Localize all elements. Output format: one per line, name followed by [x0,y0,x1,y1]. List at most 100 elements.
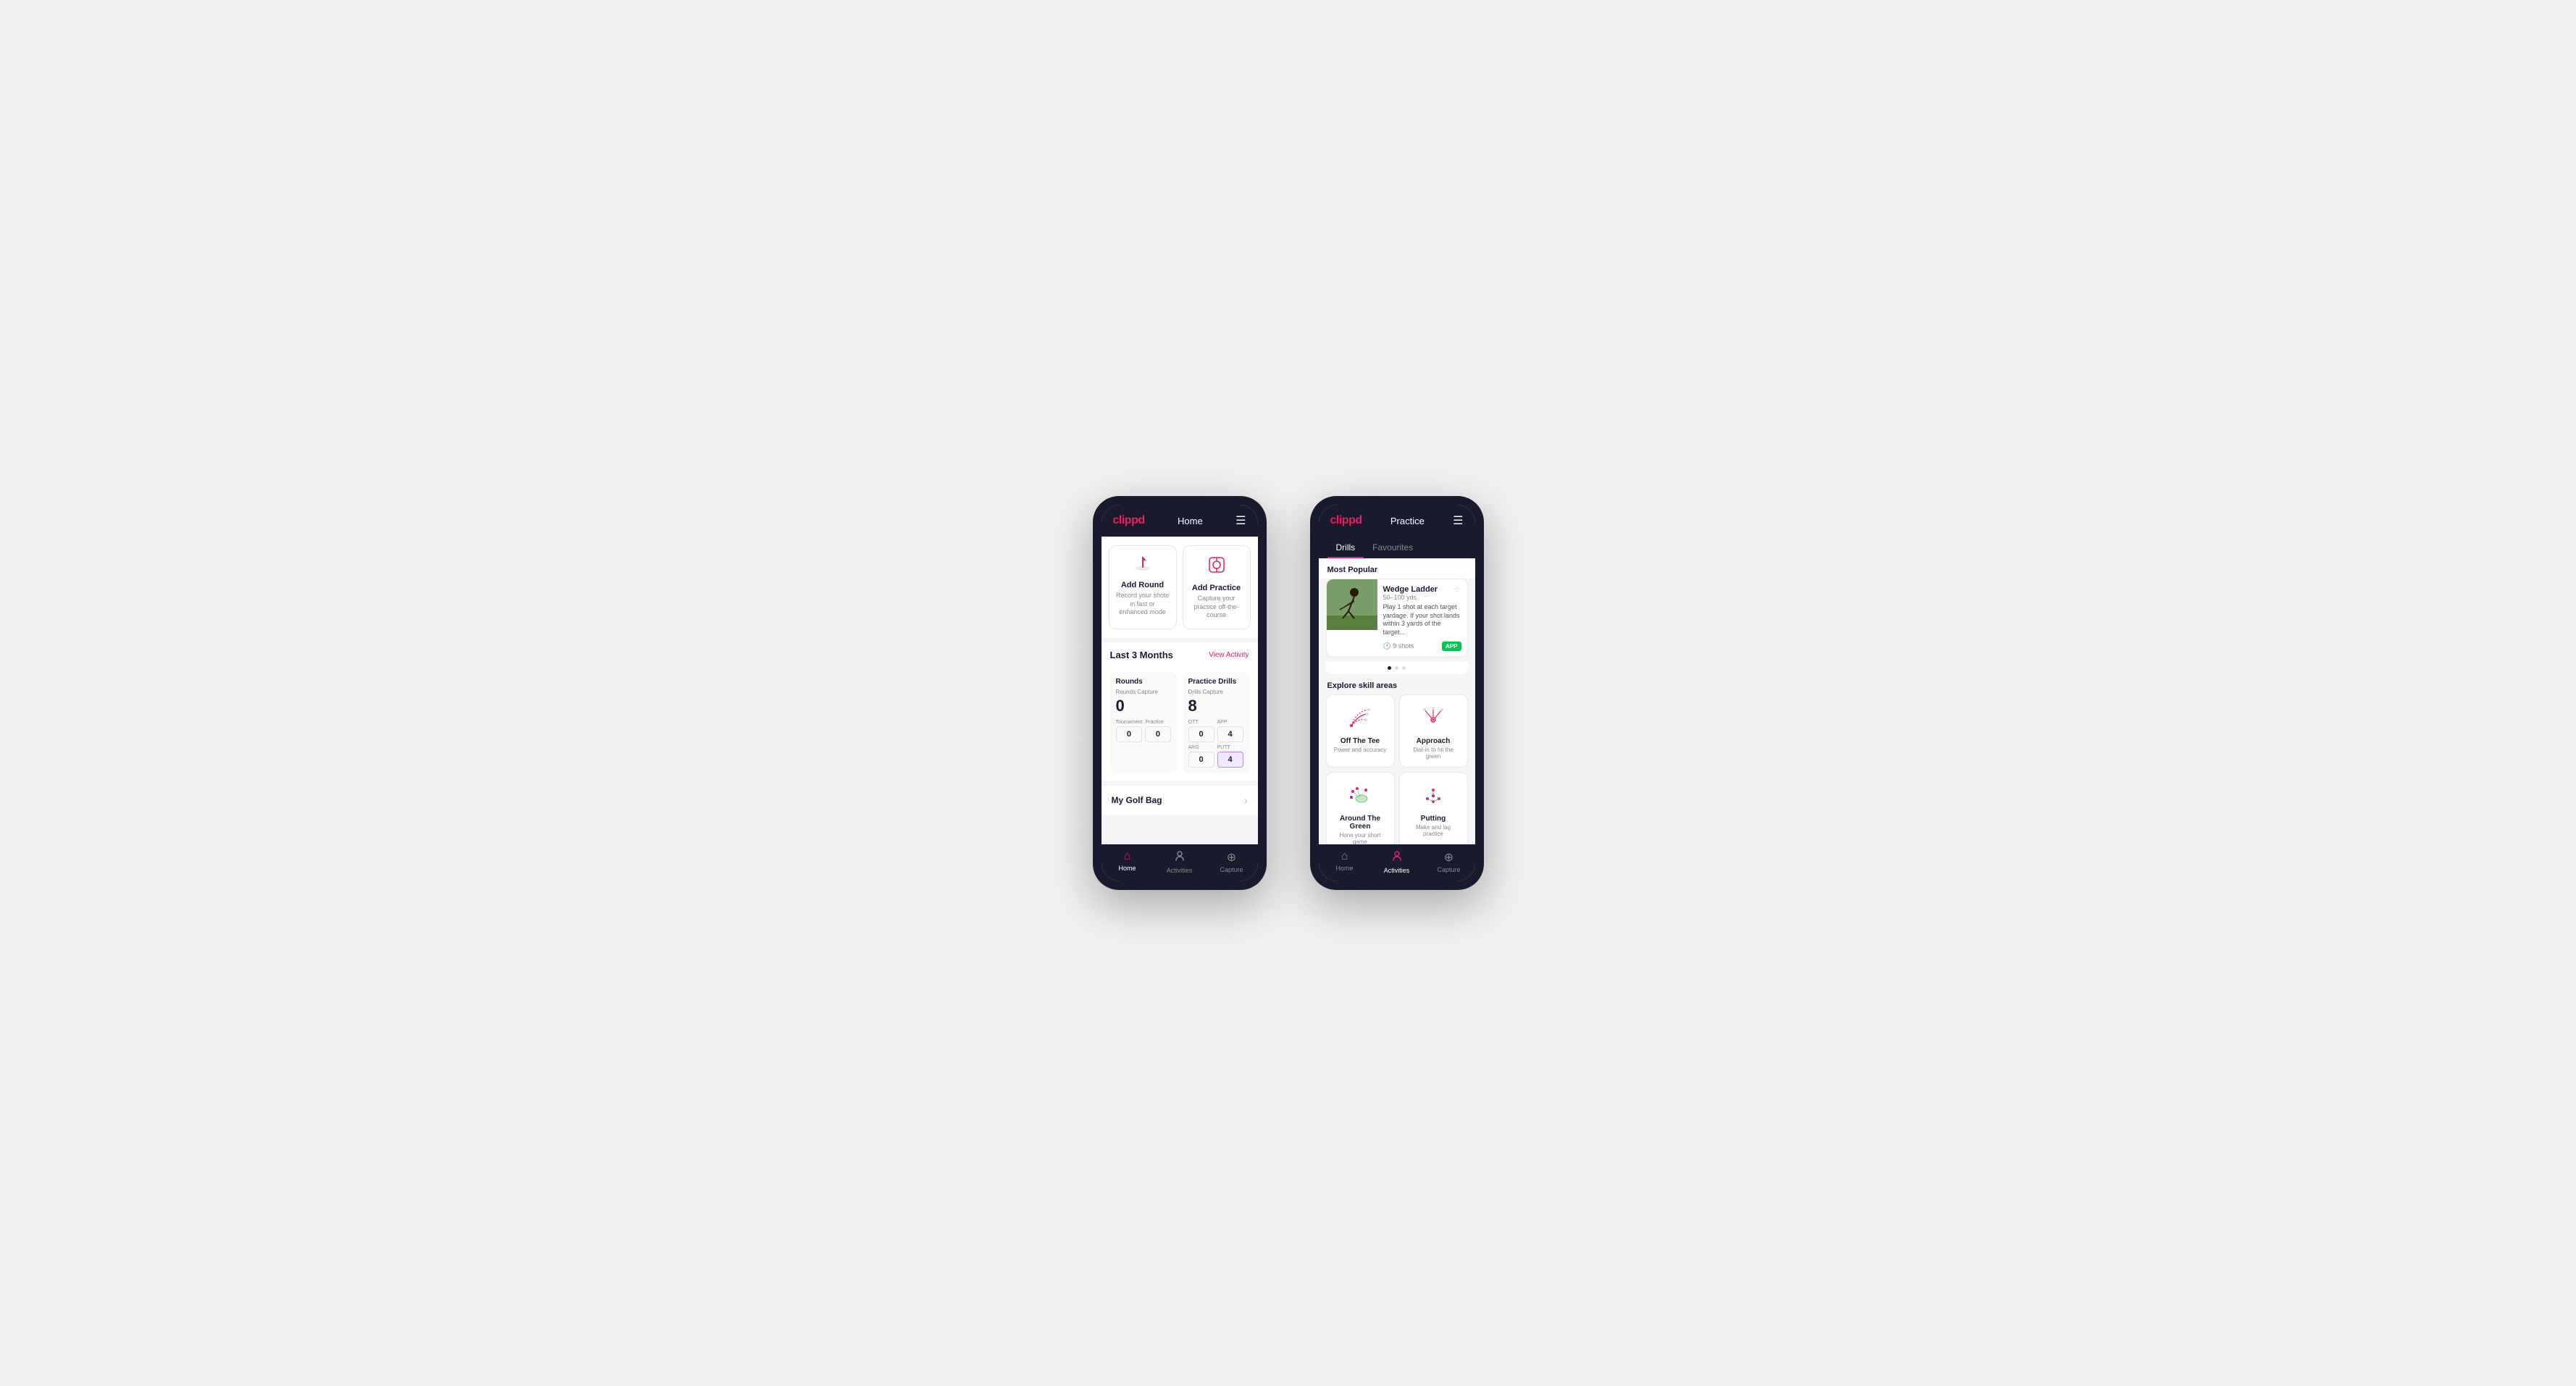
drill-card-body: Wedge Ladder 50–100 yds ☆ Play 1 shot at… [1377,579,1467,657]
drills-capture-label: Drills Capture [1188,689,1243,695]
stats-row: Rounds Rounds Capture 0 Tournament 0 Pra… [1110,672,1249,773]
drill-title: Wedge Ladder [1383,585,1438,594]
nav-activities-2[interactable]: Activities [1371,850,1423,874]
approach-name: Approach [1407,737,1460,745]
practice-col: Practice 0 [1145,720,1170,742]
rounds-title: Rounds [1116,678,1171,686]
rounds-col: Rounds Rounds Capture 0 Tournament 0 Pra… [1110,672,1177,773]
app-label: APP [1217,720,1243,725]
dot-3 [1402,666,1406,670]
ott-value: 0 [1188,726,1214,742]
arg-value: 0 [1188,752,1214,768]
activities-icon-2 [1371,850,1423,865]
drills-sub-row: OTT 0 APP 4 [1188,720,1243,742]
tab-favourites[interactable]: Favourites [1364,537,1422,558]
drills-col: Practice Drills Drills Capture 8 OTT 0 A… [1183,672,1249,773]
skill-card-putting[interactable]: Putting Make and lag practice [1399,772,1468,844]
skill-card-off-the-tee[interactable]: Off The Tee Power and accuracy [1326,694,1395,768]
add-practice-card[interactable]: Add Practice Capture your practice off-t… [1183,545,1251,629]
home-icon: ⌂ [1102,850,1154,863]
dot-2 [1395,666,1398,670]
header-title-2: Practice [1390,516,1425,526]
ott-label: OTT [1188,720,1214,725]
atg-icon-area [1334,780,1387,812]
practice-content: Most Popular [1319,558,1475,844]
app-logo-2: clippd [1330,514,1362,527]
header-title: Home [1178,516,1203,526]
stats-card: Rounds Rounds Capture 0 Tournament 0 Pra… [1102,665,1258,781]
off-the-tee-icon-area [1334,702,1387,734]
last3months-header: Last 3 Months View Activity [1102,642,1258,665]
drills-sub-row-2: ARG 0 PUTT 4 [1188,745,1243,768]
drill-footer: 🕐 9 shots APP [1383,642,1461,651]
add-practice-icon [1189,555,1244,579]
putting-icon-area [1407,780,1460,812]
most-popular-label: Most Popular [1319,558,1475,579]
app-col: APP 4 [1217,720,1243,742]
dot-1 [1388,666,1391,670]
add-round-card[interactable]: Add Round Record your shots in fast or e… [1109,545,1177,629]
skill-card-atg[interactable]: Around The Green Hone your short game [1326,772,1395,844]
app-value: 4 [1217,726,1243,742]
home-content: Add Round Record your shots in fast or e… [1102,537,1258,844]
ott-col: OTT 0 [1188,720,1214,742]
clock-icon: 🕐 [1383,642,1393,650]
atg-name: Around The Green [1334,815,1387,831]
tab-drills[interactable]: Drills [1327,537,1364,558]
drill-subtitle: 50–100 yds [1383,594,1438,601]
putt-label: PUTT [1217,745,1243,750]
capture-icon-2: ⊕ [1423,850,1475,865]
phone-home: clippd Home ☰ Add Round Record your [1093,496,1267,890]
home-icon-2: ⌂ [1319,850,1371,863]
nav-activities[interactable]: Activities [1154,850,1206,874]
app-logo: clippd [1113,514,1145,527]
add-practice-desc: Capture your practice off-the-course [1189,595,1244,620]
carousel-dots [1326,662,1468,674]
tournament-col: Tournament 0 [1116,720,1143,742]
putting-name: Putting [1407,815,1460,823]
shots-text: 9 shots [1393,642,1414,650]
add-practice-title: Add Practice [1189,584,1244,592]
golf-bag-row[interactable]: My Golf Bag › [1102,785,1258,815]
nav-activities-label-2: Activities [1371,867,1423,874]
add-round-icon [1115,555,1170,576]
app-header-home: clippd Home ☰ [1102,505,1258,537]
activities-icon [1154,850,1206,865]
app-header-practice: clippd Practice ☰ [1319,505,1475,537]
rounds-capture-label: Rounds Capture [1116,689,1171,695]
drill-card[interactable]: Wedge Ladder 50–100 yds ☆ Play 1 shot at… [1326,579,1468,658]
nav-capture-label-2: Capture [1423,866,1475,873]
drill-desc: Play 1 shot at each target yardage. If y… [1383,603,1461,637]
bottom-nav-practice: ⌂ Home Activities ⊕ Capture [1319,844,1475,881]
arg-col: ARG 0 [1188,745,1214,768]
capture-icon: ⊕ [1206,850,1258,865]
star-icon[interactable]: ☆ [1454,585,1461,595]
nav-capture-2[interactable]: ⊕ Capture [1423,850,1475,874]
tournament-value: 0 [1116,726,1143,742]
hamburger-icon[interactable]: ☰ [1235,513,1246,528]
hamburger-icon-2[interactable]: ☰ [1453,513,1463,528]
add-round-title: Add Round [1115,581,1170,589]
drill-title-row: Wedge Ladder 50–100 yds ☆ [1383,585,1461,601]
bottom-nav-home: ⌂ Home Activities ⊕ Capture [1102,844,1258,881]
tabs-bar: Drills Favourites [1319,537,1475,558]
rounds-sub-row: Tournament 0 Practice 0 [1116,720,1171,742]
off-the-tee-name: Off The Tee [1334,737,1387,745]
drills-total: 8 [1188,697,1243,715]
explore-label: Explore skill areas [1319,674,1475,694]
skill-card-approach[interactable]: Approach Dial-in to hit the green [1399,694,1468,768]
nav-home[interactable]: ⌂ Home [1102,850,1154,874]
arg-label: ARG [1188,745,1214,750]
skill-grid: Off The Tee Power and accuracy [1319,694,1475,844]
putt-col: PUTT 4 [1217,745,1243,768]
nav-capture[interactable]: ⊕ Capture [1206,850,1258,874]
atg-desc: Hone your short game [1334,832,1387,844]
nav-home-label: Home [1102,865,1154,872]
app-badge: APP [1442,642,1461,651]
drill-card-image [1327,579,1377,630]
nav-home-2[interactable]: ⌂ Home [1319,850,1371,874]
practice-value: 0 [1145,726,1170,742]
view-activity-link[interactable]: View Activity [1209,651,1249,659]
nav-home-label-2: Home [1319,865,1371,872]
phone-practice: clippd Practice ☰ Drills Favourites Most… [1310,496,1484,890]
